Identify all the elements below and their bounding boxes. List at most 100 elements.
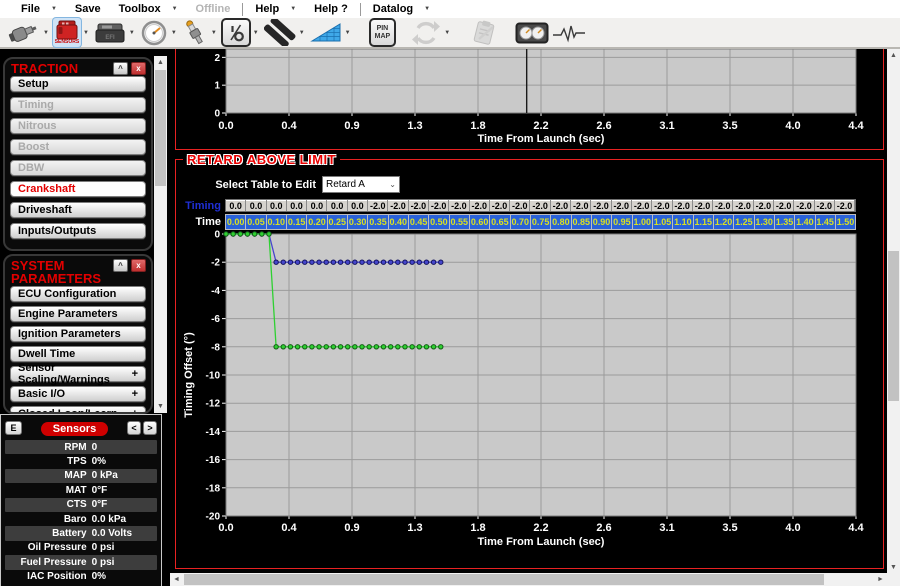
timing-cell-11[interactable]: -2.0 [449,200,469,211]
time-cell-21[interactable]: 1.05 [653,215,672,229]
timing-cell-16[interactable]: -2.0 [551,200,571,211]
timing-cell-13[interactable]: -2.0 [490,200,510,211]
time-cell-20[interactable]: 1.00 [633,215,652,229]
main-scroll-right-icon[interactable]: ► [874,573,887,586]
timing-cell-15[interactable]: -2.0 [530,200,550,211]
traction-collapse-button[interactable]: ^ [113,62,128,75]
time-cell-15[interactable]: 0.75 [531,215,550,229]
toolbar-button-pinmap[interactable]: PINMAP [369,18,397,47]
time-cell-9[interactable]: 0.45 [409,215,428,229]
timing-cell-25[interactable]: -2.0 [733,200,753,211]
toolbar-dropdown-arrow-icon[interactable]: ▼ [83,30,89,36]
timing-cell-0[interactable]: 0.0 [226,200,246,211]
toolbar-button-pulse[interactable] [550,18,588,47]
timing-cell-17[interactable]: -2.0 [571,200,591,211]
sensors-edit-button[interactable]: E [5,421,22,435]
menu-item-toolbox[interactable]: Toolbox▼ [110,0,187,18]
main-vertical-scroll-thumb[interactable] [888,251,899,401]
sidebar-button-ignition-parameters[interactable]: Ignition Parameters [10,326,146,342]
time-cell-16[interactable]: 0.80 [551,215,570,229]
main-scroll-up-icon[interactable]: ▲ [887,49,900,62]
toolbar-dropdown-arrow-icon[interactable]: ▼ [253,30,259,36]
toolbar-dropdown-arrow-icon[interactable]: ▼ [299,30,305,36]
sidebar-scroll-down-icon[interactable]: ▼ [154,400,167,413]
sensors-prev-button[interactable]: < [127,421,141,435]
main-scroll-left-icon[interactable]: ◄ [170,573,183,586]
time-cell-11[interactable]: 0.55 [450,215,469,229]
timing-cell-19[interactable]: -2.0 [612,200,632,211]
toolbar-button-sync[interactable] [410,18,442,47]
time-cell-8[interactable]: 0.40 [389,215,408,229]
sidebar-button-crankshaft[interactable]: Crankshaft [10,181,146,197]
traction-close-button[interactable]: x [131,62,146,75]
menu-item-file[interactable]: File▼ [12,0,66,18]
menu-dropdown-arrow-icon[interactable]: ▼ [290,6,296,12]
timing-cell-27[interactable]: -2.0 [774,200,794,211]
time-cell-4[interactable]: 0.20 [307,215,326,229]
time-cell-13[interactable]: 0.65 [490,215,509,229]
sidebar-button-inputs-outputs[interactable]: Inputs/Outputs [10,223,146,239]
timing-cell-10[interactable]: -2.0 [429,200,449,211]
toolbar-button-sparkplug[interactable] [181,18,209,47]
timing-cell-5[interactable]: 0.0 [327,200,347,211]
time-cell-30[interactable]: 1.50 [836,215,855,229]
sidebar-scroll-thumb[interactable] [155,70,166,186]
sensors-next-button[interactable]: > [143,421,157,435]
system-close-button[interactable]: x [131,259,146,272]
time-cell-27[interactable]: 1.35 [775,215,794,229]
timing-cell-1[interactable]: 0.0 [246,200,266,211]
toolbar-dropdown-arrow-icon[interactable]: ▼ [43,30,49,36]
time-cell-12[interactable]: 0.60 [470,215,489,229]
sidebar-button-closed-loop-learn[interactable]: Closed Loop/Learn+ [10,406,146,414]
time-cell-26[interactable]: 1.30 [755,215,774,229]
sidebar-button-setup[interactable]: Setup [10,76,146,92]
toolbar-button-io[interactable] [221,18,251,47]
timing-cell-2[interactable]: 0.0 [267,200,287,211]
toolbar-button-ecu[interactable]: EFI [93,18,127,47]
menu-item-help-q[interactable]: Help ? [305,0,357,18]
timing-cell-8[interactable]: -2.0 [388,200,408,211]
timing-cell-23[interactable]: -2.0 [693,200,713,211]
sidebar-button-driveshaft[interactable]: Driveshaft [10,202,146,218]
top-chart[interactable]: 0.00.40.91.31.82.22.63.13.54.04.4012Time… [176,49,883,148]
timing-cell-3[interactable]: 0.0 [287,200,307,211]
main-horizontal-scrollbar[interactable]: ◄ ► [170,573,887,586]
menu-dropdown-arrow-icon[interactable]: ▼ [172,6,178,12]
system-collapse-button[interactable]: ^ [113,259,128,272]
timing-cell-28[interactable]: -2.0 [794,200,814,211]
toolbar-dropdown-arrow-icon[interactable]: ▼ [444,30,450,36]
menu-dropdown-arrow-icon[interactable]: ▼ [424,6,430,12]
timing-cell-29[interactable]: -2.0 [815,200,835,211]
table-select-dropdown[interactable]: Retard A ⌄ [322,176,400,193]
sidebar-button-sensor-scaling-warnings[interactable]: Sensor Scaling/Warnings+ [10,366,146,382]
toolbar-dropdown-arrow-icon[interactable]: ▼ [345,30,351,36]
sidebar-button-dwell-time[interactable]: Dwell Time [10,346,146,362]
toolbar-button-notes[interactable] [468,18,500,47]
timing-cell-14[interactable]: -2.0 [510,200,530,211]
toolbar-dropdown-arrow-icon[interactable]: ▼ [171,30,177,36]
toolbar-button-coil[interactable] [263,18,297,47]
menu-item-offline[interactable]: Offline [187,0,240,18]
toolbar-button-table3d[interactable] [309,18,343,47]
timing-cell-9[interactable]: -2.0 [409,200,429,211]
main-vertical-scrollbar[interactable]: ▲ ▼ [887,49,900,574]
timing-cell-6[interactable]: 0.0 [348,200,368,211]
time-cell-14[interactable]: 0.70 [511,215,530,229]
timing-cell-18[interactable]: -2.0 [591,200,611,211]
sidebar-button-dbw[interactable]: DBW [10,160,146,176]
timing-cell-26[interactable]: -2.0 [754,200,774,211]
time-cell-18[interactable]: 0.90 [592,215,611,229]
timing-cell-21[interactable]: -2.0 [652,200,672,211]
sidebar-button-basic-io[interactable]: Basic I/O+ [10,386,146,402]
time-cell-6[interactable]: 0.30 [348,215,367,229]
timing-cell-12[interactable]: -2.0 [470,200,490,211]
toolbar-button-injector[interactable] [5,18,41,47]
timing-cell-20[interactable]: -2.0 [632,200,652,211]
time-cell-28[interactable]: 1.40 [795,215,814,229]
sidebar-scrollbar[interactable]: ▲ ▼ [154,56,167,413]
timing-cell-7[interactable]: -2.0 [368,200,388,211]
toolbar-dropdown-arrow-icon[interactable]: ▼ [211,30,217,36]
time-cell-22[interactable]: 1.10 [673,215,692,229]
menu-dropdown-arrow-icon[interactable]: ▼ [51,6,57,12]
menu-item-datalog[interactable]: Datalog▼ [364,0,439,18]
